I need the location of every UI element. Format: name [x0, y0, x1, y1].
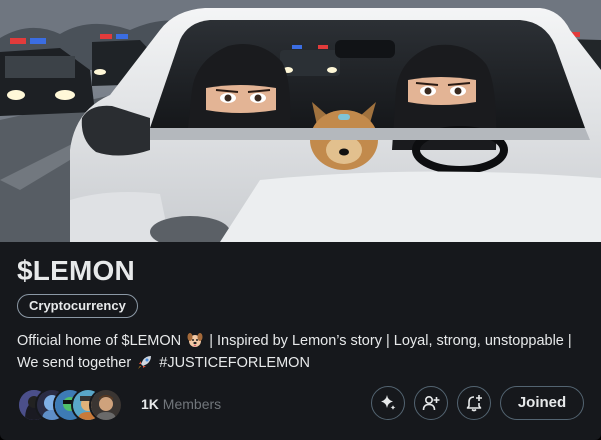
member-count-value: 1K — [141, 396, 159, 412]
notifications-button[interactable] — [457, 386, 491, 420]
hashtag-link[interactable]: #JUSTICEFORLEMON — [159, 355, 310, 371]
sparkle-icon — [381, 395, 396, 410]
member-count-label: Members — [162, 396, 222, 412]
bell-plus-icon — [466, 395, 482, 412]
sparkle-button[interactable] — [371, 386, 405, 420]
add-person-icon — [422, 395, 440, 411]
community-card: $LEMON Cryptocurrency Official home of $… — [0, 0, 601, 440]
community-name: $LEMON — [17, 255, 135, 286]
description-text-1: Official home of $LEMON — [17, 333, 182, 349]
rocket-icon — [137, 354, 153, 370]
dog-face-icon — [187, 332, 203, 348]
avatar — [89, 388, 123, 422]
member-count[interactable]: 1K Members — [141, 396, 221, 412]
community-description: Official home of $LEMON | Inspired by Le… — [17, 330, 577, 374]
category-tag[interactable]: Cryptocurrency — [17, 294, 138, 318]
community-banner-image — [0, 0, 601, 242]
joined-button[interactable]: Joined — [500, 386, 584, 420]
invite-button[interactable] — [414, 386, 448, 420]
